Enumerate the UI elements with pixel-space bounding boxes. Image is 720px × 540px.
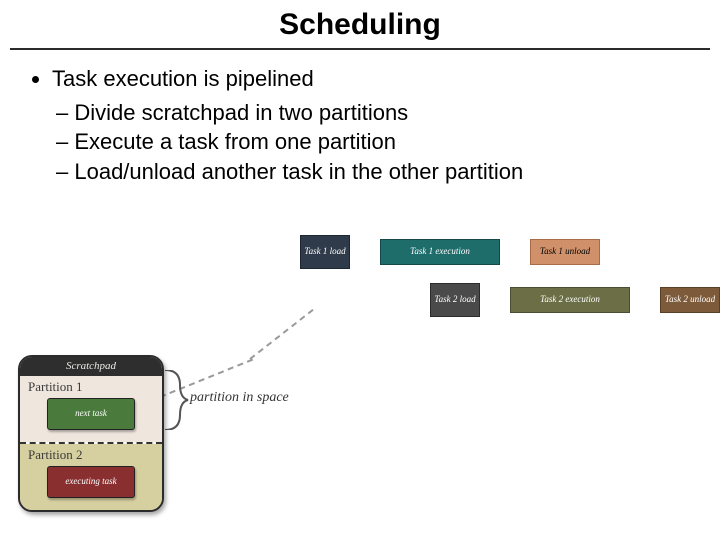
slide-title: Scheduling (0, 0, 720, 48)
bullet-sub: Execute a task from one partition (56, 127, 700, 157)
timeline-box: Task 2 unload (660, 287, 720, 313)
partition-1: Partition 1 next task (20, 376, 162, 442)
partition-2: Partition 2 executing task (20, 444, 162, 510)
partition-in-space-label: partition in space (190, 390, 289, 406)
partition-2-label: Partition 2 (28, 447, 154, 463)
partition-1-label: Partition 1 (28, 379, 154, 395)
timeline-box: Task 2 load (430, 283, 480, 317)
timeline-row-task2: Task 2 load Task 2 execution Task 2 unload (300, 283, 720, 325)
executing-task-box: executing task (47, 466, 135, 498)
timeline-box: Task 1 unload (530, 239, 600, 265)
scratchpad-diagram: Scratchpad Partition 1 next task Partiti… (18, 355, 164, 512)
timeline-box: Task 2 execution (510, 287, 630, 313)
bullet-sub: Load/unload another task in the other pa… (56, 157, 700, 187)
timeline-row-task1: Task 1 load Task 1 execution Task 1 unload (300, 235, 720, 277)
bullet-main: Task execution is pipelined (52, 64, 700, 94)
bullet-block: Task execution is pipelined Divide scrat… (0, 60, 720, 187)
curly-brace-icon (160, 370, 190, 430)
bullet-sub: Divide scratchpad in two partitions (56, 98, 700, 128)
leader-line (249, 309, 313, 360)
pipeline-timeline: Task 1 load Task 1 execution Task 1 unload… (300, 235, 720, 325)
next-task-box: next task (47, 398, 135, 430)
title-underline (10, 48, 710, 50)
timeline-box: Task 1 execution (380, 239, 500, 265)
timeline-box: Task 1 load (300, 235, 350, 269)
scratchpad-title: Scratchpad (20, 357, 162, 376)
